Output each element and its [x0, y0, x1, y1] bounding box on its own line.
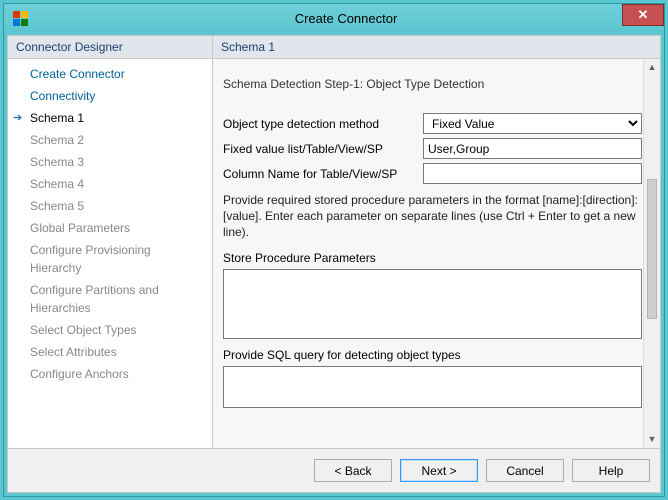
fixed-list-input[interactable] [423, 138, 642, 159]
nav-item-schema-3: Schema 3 [8, 151, 212, 173]
sp-textarea[interactable] [223, 269, 642, 339]
nav-item-configure-anchors: Configure Anchors [8, 363, 212, 385]
app-icon [12, 10, 28, 26]
window: Create Connector ✕ Connector Designer Cr… [3, 3, 665, 497]
method-label: Object type detection method [223, 117, 423, 131]
vertical-scrollbar[interactable]: ▲ ▼ [643, 59, 660, 448]
nav-panel: Connector Designer Create ConnectorConne… [8, 36, 213, 448]
column-input[interactable] [423, 163, 642, 184]
scroll-thumb[interactable] [647, 179, 657, 319]
scroll-up-icon[interactable]: ▲ [644, 59, 660, 76]
nav-item-configure-partitions-and-hierarchies: Configure Partitions and Hierarchies [8, 279, 212, 319]
footer: < Back Next > Cancel Help [8, 448, 660, 492]
nav-item-select-attributes: Select Attributes [8, 341, 212, 363]
help-button[interactable]: Help [572, 459, 650, 482]
content-inner: Schema Detection Step-1: Object Type Det… [213, 59, 660, 448]
nav-item-global-parameters: Global Parameters [8, 217, 212, 239]
nav-item-schema-1[interactable]: Schema 1 [8, 107, 212, 129]
nav-item-configure-provisioning-hierarchy: Configure Provisioning Hierarchy [8, 239, 212, 279]
back-button[interactable]: < Back [314, 459, 392, 482]
next-button[interactable]: Next > [400, 459, 478, 482]
client-area: Connector Designer Create ConnectorConne… [7, 35, 661, 493]
sql-label: Provide SQL query for detecting object t… [223, 348, 642, 362]
content-panel: Schema 1 Schema Detection Step-1: Object… [213, 36, 660, 448]
sp-label: Store Procedure Parameters [223, 251, 642, 265]
nav-item-schema-5: Schema 5 [8, 195, 212, 217]
scroll-down-icon[interactable]: ▼ [644, 431, 660, 448]
cancel-button[interactable]: Cancel [486, 459, 564, 482]
column-label: Column Name for Table/View/SP [223, 167, 423, 181]
method-select[interactable]: Fixed Value [423, 113, 642, 134]
nav-item-create-connector[interactable]: Create Connector [8, 63, 212, 85]
nav-list: Create ConnectorConnectivitySchema 1Sche… [8, 59, 212, 389]
window-title: Create Connector [28, 11, 664, 26]
nav-item-select-object-types: Select Object Types [8, 319, 212, 341]
content-header: Schema 1 [213, 36, 660, 59]
nav-header: Connector Designer [8, 36, 212, 59]
sql-textarea[interactable] [223, 366, 642, 408]
nav-item-schema-4: Schema 4 [8, 173, 212, 195]
close-button[interactable]: ✕ [622, 4, 664, 26]
section-title: Schema Detection Step-1: Object Type Det… [223, 77, 642, 91]
fixed-list-label: Fixed value list/Table/View/SP [223, 142, 423, 156]
sp-hint: Provide required stored procedure parame… [223, 192, 642, 241]
titlebar: Create Connector ✕ [4, 4, 664, 32]
nav-item-connectivity[interactable]: Connectivity [8, 85, 212, 107]
nav-item-schema-2: Schema 2 [8, 129, 212, 151]
